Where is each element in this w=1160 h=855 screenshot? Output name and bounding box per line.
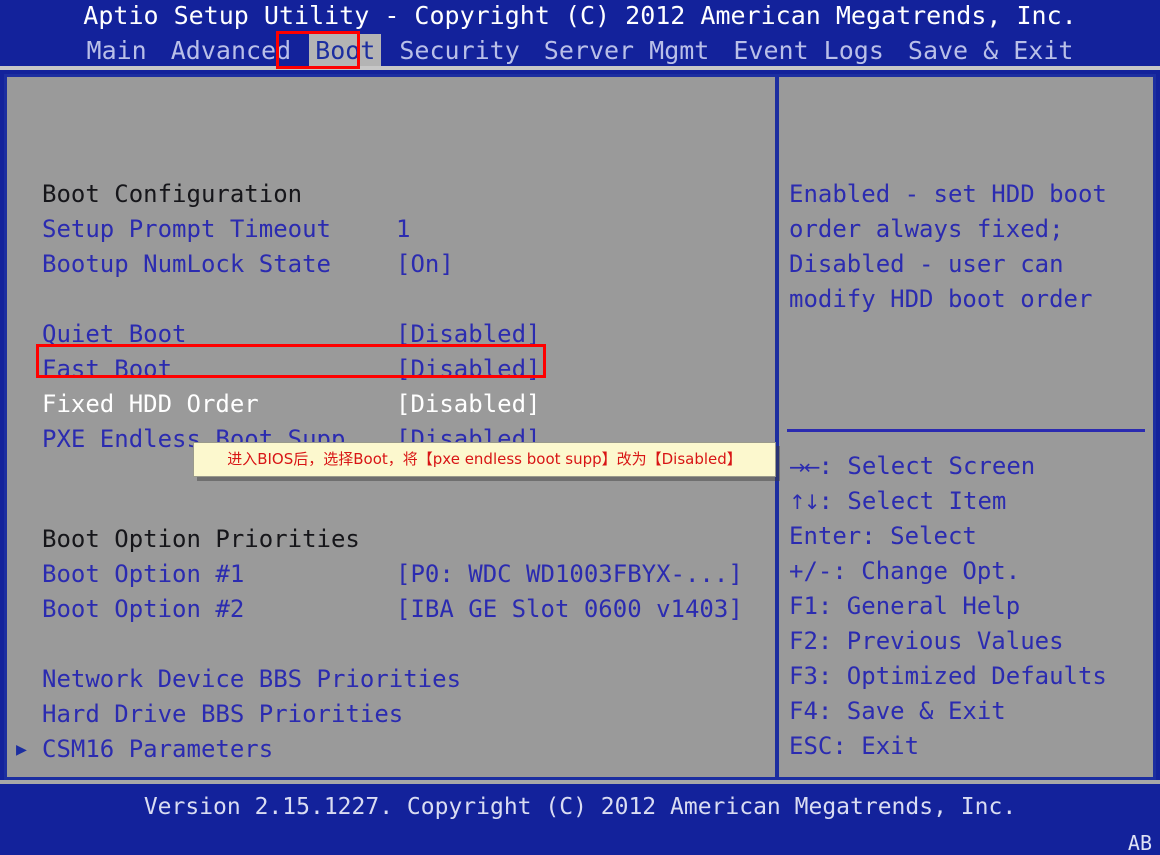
tab-separator bbox=[890, 36, 902, 65]
key-legend-label: : Select Screen bbox=[818, 452, 1036, 480]
footer-bar: Version 2.15.1227. Copyright (C) 2012 Am… bbox=[0, 780, 1160, 855]
setting-label: Boot Option Priorities bbox=[42, 525, 360, 553]
key-legend-row: ↑↓: Select Item bbox=[789, 484, 1006, 519]
setting-row-fast-boot[interactable]: Fast Boot [Disabled] bbox=[4, 352, 775, 387]
setting-value[interactable]: [Disabled] bbox=[396, 317, 541, 352]
setting-row-boot-option-1[interactable]: Boot Option #1 [P0: WDC WD1003FBYX-...] bbox=[4, 557, 775, 592]
footer-divider bbox=[0, 780, 1160, 784]
setting-label: Quiet Boot bbox=[42, 320, 187, 348]
tab-save-exit[interactable]: Save & Exit bbox=[902, 34, 1080, 67]
help-text-line: Disabled - user can bbox=[789, 250, 1064, 278]
tab-separator bbox=[715, 36, 727, 65]
version-text: Version 2.15.1227. Copyright (C) 2012 Am… bbox=[143, 794, 1017, 820]
setting-row-setup-prompt-timeout[interactable]: Setup Prompt Timeout 1 bbox=[4, 212, 775, 247]
tab-event-logs[interactable]: Event Logs bbox=[727, 34, 890, 67]
key-legend-row: +/-: Change Opt. bbox=[789, 557, 1021, 585]
setting-label: Network Device BBS Priorities bbox=[42, 665, 462, 693]
arrow-keys-icon: →← bbox=[789, 455, 820, 479]
setting-label: Boot Option #1 bbox=[42, 560, 245, 588]
tab-separator bbox=[153, 36, 165, 65]
tab-boot[interactable]: Boot bbox=[309, 34, 382, 67]
key-legend-row: F3: Optimized Defaults bbox=[789, 662, 1107, 690]
setting-value[interactable]: [IBA GE Slot 0600 v1403] bbox=[396, 592, 743, 627]
page-title: Aptio Setup Utility - Copyright (C) 2012… bbox=[83, 1, 1077, 30]
setting-label: Bootup NumLock State bbox=[42, 250, 331, 278]
title-bar: Aptio Setup Utility - Copyright (C) 2012… bbox=[0, 0, 1160, 67]
setting-value[interactable]: [Disabled] bbox=[396, 387, 541, 422]
tab-security[interactable]: Security bbox=[393, 34, 525, 67]
setting-value[interactable]: [Disabled] bbox=[396, 352, 541, 387]
setting-row-fixed-hdd-order[interactable]: Fixed HDD Order [Disabled] bbox=[4, 387, 775, 422]
help-text-line: Enabled - set HDD boot bbox=[789, 180, 1107, 208]
setting-row-quiet-boot[interactable]: Quiet Boot [Disabled] bbox=[4, 317, 775, 352]
footer-corner-text: AB bbox=[1127, 831, 1152, 855]
bios-setup-screen: Aptio Setup Utility - Copyright (C) 2012… bbox=[0, 0, 1160, 855]
setting-row-network-device-bbs-priorities[interactable]: Network Device BBS Priorities bbox=[4, 662, 775, 697]
instruction-callout: 进入BIOS后，选择Boot，将【pxe endless boot supp】改… bbox=[193, 442, 776, 477]
tab-separator bbox=[526, 36, 538, 65]
help-text-line: order always fixed; bbox=[789, 215, 1064, 243]
key-legend-row: ESC: Exit bbox=[789, 732, 920, 760]
setting-label: Fixed HDD Order bbox=[42, 390, 259, 418]
setting-row-hard-drive-bbs-priorities[interactable]: Hard Drive BBS Priorities bbox=[4, 697, 775, 732]
tab-separator bbox=[381, 36, 393, 65]
menubar-divider bbox=[0, 66, 1160, 70]
tab-server-mgmt[interactable]: Server Mgmt bbox=[538, 34, 716, 67]
key-legend-row: →←: Select Screen bbox=[789, 449, 1035, 484]
tab-separator bbox=[297, 36, 309, 65]
setting-label: Boot Configuration bbox=[42, 180, 303, 208]
help-separator bbox=[787, 429, 1145, 432]
setting-label: Setup Prompt Timeout bbox=[42, 215, 331, 243]
menu-tabbar[interactable]: Main Advanced Boot Security Server Mgmt … bbox=[0, 34, 1160, 67]
setting-row-boot-option-2[interactable]: Boot Option #2 [IBA GE Slot 0600 v1403] bbox=[4, 592, 775, 627]
setting-row-bootup-numlock-state[interactable]: Bootup NumLock State [On] bbox=[4, 247, 775, 282]
setting-row-boot-configuration[interactable]: Boot Configuration bbox=[4, 177, 775, 212]
setting-value[interactable]: [On] bbox=[396, 247, 454, 282]
tab-main[interactable]: Main bbox=[81, 34, 153, 67]
settings-list: Boot Configuration Setup Prompt Timeout 1 B… bbox=[4, 74, 775, 780]
arrow-keys-icon: ↑↓ bbox=[789, 490, 820, 514]
setting-row-boot-option-priorities[interactable]: Boot Option Priorities bbox=[4, 522, 775, 557]
setting-value[interactable]: [P0: WDC WD1003FBYX-...] bbox=[396, 557, 743, 592]
key-legend-row: F4: Save & Exit bbox=[789, 697, 1006, 725]
setting-row-csm16-parameters[interactable]: ▶ CSM16 Parameters bbox=[4, 732, 775, 767]
setting-label: Boot Option #2 bbox=[42, 595, 245, 623]
key-legend-label: : Select Item bbox=[818, 487, 1007, 515]
help-pane: Enabled - set HDD boot order always fixed… bbox=[779, 74, 1156, 780]
key-legend-row: Enter: Select bbox=[789, 522, 977, 550]
key-legend-row: F1: General Help bbox=[789, 592, 1021, 620]
key-legend-row: F2: Previous Values bbox=[789, 627, 1064, 655]
setting-label: CSM16 Parameters bbox=[42, 735, 274, 763]
help-text-line: modify HDD boot order bbox=[789, 285, 1093, 313]
submenu-arrow-icon: ▶ bbox=[16, 739, 27, 760]
tab-advanced[interactable]: Advanced bbox=[165, 34, 297, 67]
setting-value[interactable]: 1 bbox=[396, 212, 410, 247]
setting-label: Hard Drive BBS Priorities bbox=[42, 700, 404, 728]
setting-label: Fast Boot bbox=[42, 355, 173, 383]
